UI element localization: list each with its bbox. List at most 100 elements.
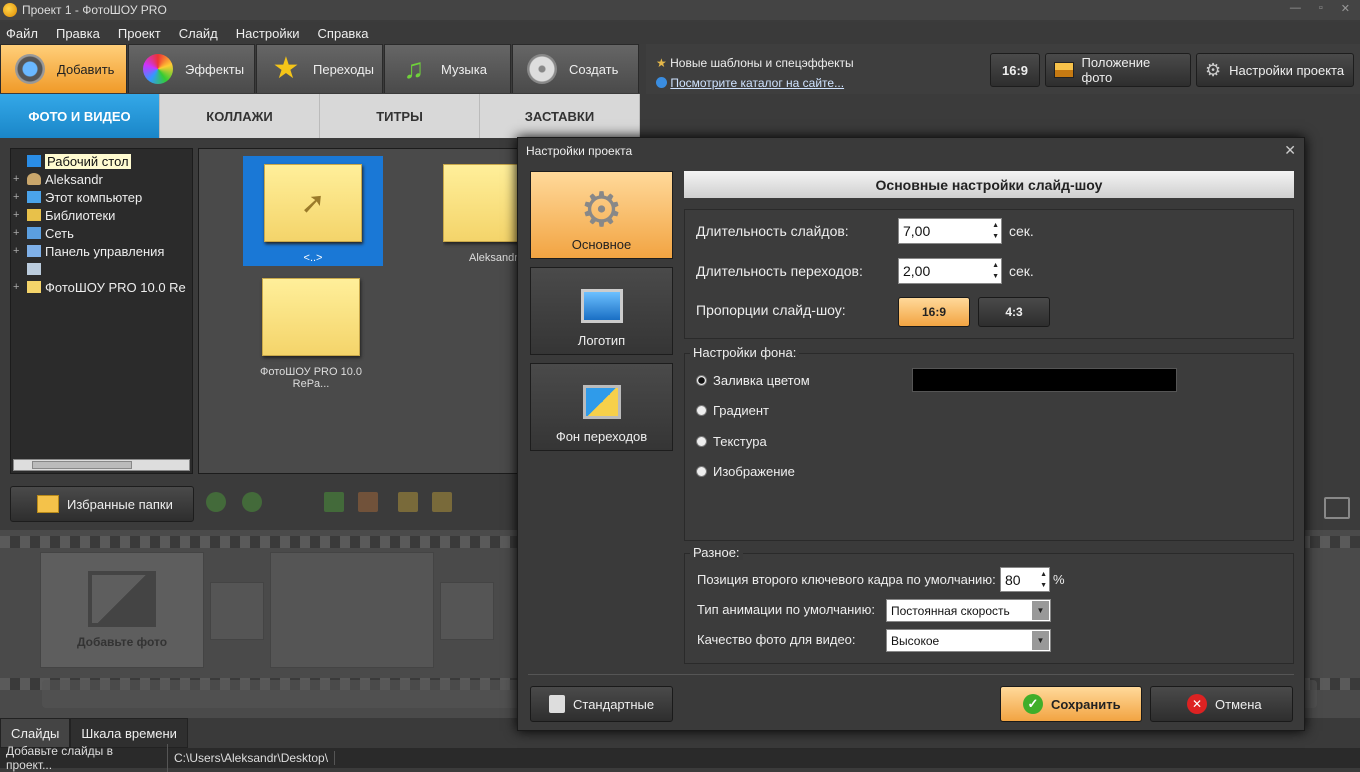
minimize-button[interactable]: — [1290,2,1301,15]
aspect-16-9-button[interactable]: 16:9 [898,297,970,327]
side-tab-label: Основное [571,237,632,252]
ratio-button[interactable]: 16:9 [990,53,1040,87]
radio-label: Изображение [713,464,795,479]
bg-image-radio[interactable]: Изображение [696,464,795,479]
settings-header: Основные настройки слайд-шоу [684,171,1294,198]
tab-add[interactable]: Добавить [0,44,127,93]
sec-label: сек. [1009,223,1034,239]
project-settings-label: Настройки проекта [1229,62,1345,78]
transition-duration-input[interactable]: 2,00 ▲ ▼ [898,258,1002,284]
folder-up-icon: ➚ [264,164,362,242]
menu-file[interactable]: Файл [6,26,38,41]
tab-music[interactable]: ♫ Музыка [384,44,511,93]
chevron-down-icon[interactable]: ▼ [1032,601,1049,620]
expand-toggle[interactable]: + [13,245,25,257]
menu-edit[interactable]: Правка [56,26,100,41]
transition-duration-value: 2,00 [903,263,931,279]
file-item-up[interactable]: ➚ <..> [243,156,383,266]
folder-tree[interactable]: Рабочий стол + Aleksandr + Этот компьютер … [10,148,193,474]
save-button[interactable]: ✓ Сохранить [1000,686,1142,722]
forward-icon[interactable] [242,492,262,512]
folder-add-icon[interactable] [398,492,418,512]
tab-intros[interactable]: ЗАСТАВКИ [480,94,640,138]
tab-collages[interactable]: КОЛЛАЖИ [160,94,320,138]
favorites-button[interactable]: Избранные папки [10,486,194,522]
transition-duration-label: Длительность переходов: [696,263,863,279]
spin-arrows-icon[interactable]: ▲ ▼ [1040,569,1047,591]
tab-titles[interactable]: ТИТРЫ [320,94,480,138]
menu-help[interactable]: Справка [318,26,369,41]
star-small-icon: ★ [656,56,667,70]
control-panel-icon [27,245,41,257]
tab-create-label: Создать [569,61,619,77]
fullscreen-icon[interactable] [1324,497,1350,519]
tree-item-control-panel[interactable]: + Панель управления [13,242,191,260]
spin-arrows-icon[interactable]: ▲ ▼ [992,220,999,242]
slide-duration-value: 7,00 [903,223,931,239]
scroll-thumb[interactable] [32,461,132,469]
expand-toggle[interactable]: + [13,281,25,293]
side-tab-general[interactable]: ⚙ Основное [530,171,673,259]
tree-item-desktop[interactable]: Рабочий стол [13,152,191,170]
tree-item-label: Сеть [45,225,74,241]
tree-item-fotoshow[interactable]: + ФотоШОУ PRO 10.0 Re [13,278,191,296]
menu-settings[interactable]: Настройки [236,26,300,41]
expand-toggle[interactable]: + [13,209,25,221]
tree-item-recycle[interactable] [13,260,191,278]
star-icon: ★ [272,52,300,85]
side-tab-transition-bg[interactable]: Фон переходов [530,363,673,451]
expand-toggle[interactable]: + [13,173,25,185]
bg-color-swatch[interactable] [912,368,1177,392]
tree-item-computer[interactable]: + Этот компьютер [13,188,191,206]
quality-select[interactable]: Высокое ▼ [886,629,1051,652]
menu-project[interactable]: Проект [118,26,161,41]
animation-type-label: Тип анимации по умолчанию: [697,602,875,617]
catalog-link[interactable]: Посмотрите каталог на сайте... [670,76,844,90]
tab-transitions[interactable]: ★ Переходы [256,44,383,93]
dialog-close-icon[interactable]: ✕ [1284,142,1296,159]
tree-item-libraries[interactable]: + Библиотеки [13,206,191,224]
photo-position-button[interactable]: Положение фото [1045,53,1191,87]
close-window-button[interactable]: ✕ [1341,2,1350,15]
side-tab-logo[interactable]: Логотип [530,267,673,355]
cancel-button[interactable]: ✕ Отмена [1150,686,1293,722]
bg-fill-color-radio[interactable]: Заливка цветом [696,373,810,388]
tree-item-label: Aleksandr [45,171,103,187]
radio-icon [696,466,707,477]
bg-group-title: Настройки фона: [690,345,800,360]
network-icon [27,227,41,239]
expand-toggle[interactable]: + [13,191,25,203]
file-view: ➚ <..> Aleksandr ФотоШОУ PRO 10.0 RePa..… [198,148,529,474]
arrow-up-icon[interactable] [358,492,378,512]
defaults-button[interactable]: Стандартные [530,686,673,722]
back-icon[interactable] [206,492,226,512]
tree-item-network[interactable]: + Сеть [13,224,191,242]
tree-scrollbar[interactable] [13,459,190,471]
keyframe-input[interactable]: 80 ▲ ▼ [1000,567,1050,592]
bg-texture-radio[interactable]: Текстура [696,434,767,449]
menu-slide[interactable]: Слайд [179,26,218,41]
gear-icon: ⚙ [579,184,624,237]
toolbar-right: ★ Новые шаблоны и спецэффекты Посмотрите… [646,44,1360,94]
maximize-button[interactable]: ▫ [1319,2,1323,15]
tab-photo-video[interactable]: ФОТО И ВИДЕО [0,94,160,138]
status-path: C:\Users\Aleksandr\Desktop\ [168,751,336,765]
picture-icon [1054,62,1074,78]
arrow-down-icon[interactable] [324,492,344,512]
animation-type-select[interactable]: Постоянная скорость ▼ [886,599,1051,622]
add-photo-slot[interactable]: Добавьте фото [40,552,204,668]
spin-arrows-icon[interactable]: ▲ ▼ [992,260,999,282]
photo-position-label: Положение фото [1081,55,1151,85]
file-item-fotoshow[interactable]: ФотоШОУ PRO 10.0 RePa... [241,278,381,390]
project-settings-button[interactable]: ⚙ Настройки проекта [1196,53,1354,87]
aspect-4-3-button[interactable]: 4:3 [978,297,1050,327]
tab-create[interactable]: Создать [512,44,639,93]
bg-gradient-radio[interactable]: Градиент [696,403,769,418]
tab-effects[interactable]: Эффекты [128,44,255,93]
expand-toggle[interactable]: + [13,227,25,239]
slide-duration-input[interactable]: 7,00 ▲ ▼ [898,218,1002,244]
tree-item-user[interactable]: + Aleksandr [13,170,191,188]
add-photo-label: Добавьте фото [76,635,168,649]
folder-remove-icon[interactable] [432,492,452,512]
chevron-down-icon[interactable]: ▼ [1032,631,1049,650]
